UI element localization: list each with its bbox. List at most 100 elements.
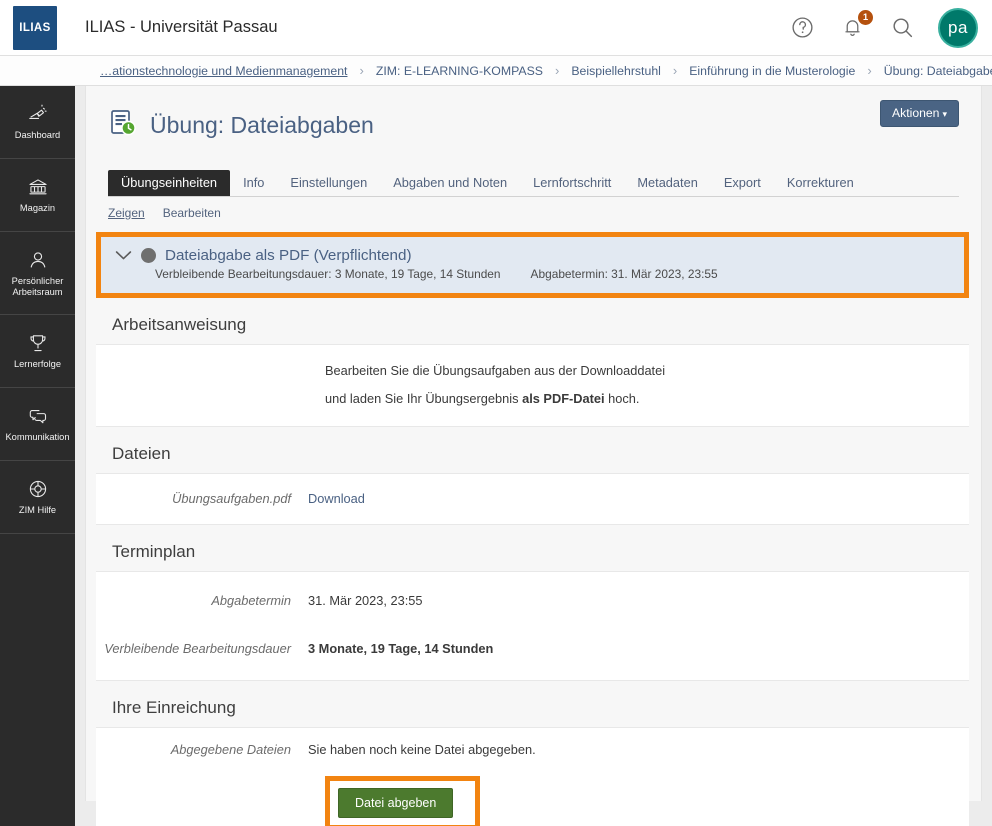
section-title-schedule: Terminplan — [112, 542, 196, 561]
chat-icon — [27, 405, 49, 427]
ilias-logo[interactable]: ILIAS — [13, 5, 57, 50]
user-icon — [27, 249, 49, 271]
submission-panel: Abgegebene Dateien Sie haben noch keine … — [96, 727, 969, 826]
subtab-bearbeiten[interactable]: Bearbeiten — [163, 206, 221, 220]
file-name: Übungsaufgaben.pdf — [172, 491, 291, 506]
schedule-label-deadline: Abgabetermin — [211, 593, 291, 608]
schedule-value-deadline: 31. Mär 2023, 23:55 — [308, 593, 423, 608]
content-card: Übung: Dateiabgaben Aktionen ▾ Übungseinh… — [85, 86, 982, 826]
sidebar-label: Lernerfolge — [13, 359, 62, 369]
dashboard-icon — [27, 103, 49, 125]
schedule-row: Verbleibende Bearbeitungsdauer 3 Monate,… — [96, 625, 969, 680]
breadcrumb-separator: › — [359, 63, 364, 78]
schedule-row: Abgabetermin 31. Mär 2023, 23:55 — [96, 572, 969, 625]
tab-abgaben-und-noten[interactable]: Abgaben und Noten — [380, 170, 520, 196]
breadcrumb-item-1[interactable]: ZIM: E-LEARNING-KOMPASS — [376, 64, 543, 78]
submit-file-button[interactable]: Datei abgeben — [338, 788, 454, 818]
section-instructions: Arbeitsanweisung Bearbeiten Sie die Übun… — [96, 298, 969, 427]
main-content: Übung: Dateiabgaben Aktionen ▾ Übungseinh… — [75, 86, 992, 826]
instructions-line-1: Bearbeiten Sie die Übungsaufgaben aus de… — [325, 363, 666, 378]
instructions-line-2-pre: und laden Sie Ihr Übungsergebnis — [325, 391, 523, 406]
breadcrumb-item-4[interactable]: Übung: Dateiabgaben — [884, 64, 992, 78]
sidebar-label: Magazin — [19, 203, 56, 213]
submission-label: Abgegebene Dateien — [170, 742, 291, 757]
subtab-zeigen[interactable]: Zeigen — [108, 206, 145, 220]
top-header-bar: ILIAS ILIAS - Universität Passau 1 pa — [0, 0, 992, 56]
tab-uebungseinheiten[interactable]: Übungseinheiten — [108, 170, 231, 196]
assignment-title-row: Dateiabgabe als PDF (Verpflichtend) — [115, 247, 950, 264]
breadcrumb-separator: › — [672, 63, 678, 78]
instructions-panel: Bearbeiten Sie die Übungsaufgaben aus de… — [96, 344, 969, 427]
sidebar-item-magazin[interactable]: Magazin — [0, 159, 75, 232]
sidebar-label: Kommunikation — [5, 432, 70, 442]
notifications-button[interactable]: 1 — [838, 9, 873, 42]
sidebar-label: Persönlicher Arbeitsraum — [11, 275, 64, 297]
exercise-clock-icon — [108, 108, 138, 143]
sidebar-label: Dashboard — [14, 130, 61, 140]
download-link[interactable]: Download — [308, 491, 365, 506]
tab-metadaten[interactable]: Metadaten — [624, 170, 710, 196]
sidebar-item-kommunikation[interactable]: Kommunikation — [0, 388, 75, 461]
instructions-text: Bearbeiten Sie die Übungsaufgaben aus de… — [96, 363, 969, 406]
main-sidebar: Dashboard Magazin Persönlicher Arbeitsra… — [0, 86, 75, 826]
tab-export[interactable]: Export — [711, 170, 774, 196]
submission-row: Abgegebene Dateien Sie haben noch keine … — [96, 728, 969, 772]
file-actions: Download — [308, 490, 365, 508]
bank-icon — [27, 176, 49, 198]
section-schedule: Terminplan Abgabetermin 31. Mär 2023, 23… — [96, 525, 969, 681]
tab-lernfortschritt[interactable]: Lernfortschritt — [520, 170, 624, 196]
main-tabs: Übungseinheiten Info Einstellungen Abgab… — [108, 169, 959, 197]
section-title-instructions: Arbeitsanweisung — [112, 315, 247, 334]
section-title-submission: Ihre Einreichung — [112, 698, 236, 717]
section-files: Dateien Übungsaufgaben.pdf Download — [96, 427, 969, 525]
logo-text: ILIAS — [19, 21, 51, 34]
header-actions: 1 pa — [788, 7, 978, 48]
file-row: Übungsaufgaben.pdf Download — [96, 474, 969, 524]
avatar-initials: pa — [948, 17, 968, 37]
files-panel: Übungsaufgaben.pdf Download — [96, 473, 969, 525]
breadcrumb-item-2[interactable]: Beispiellehrstuhl — [571, 64, 661, 78]
user-avatar[interactable]: pa — [938, 7, 978, 48]
page-header: Übung: Dateiabgaben Aktionen ▾ — [86, 86, 981, 143]
actions-button[interactable]: Aktionen ▾ — [880, 100, 959, 127]
schedule-label-remaining: Verbleibende Bearbeitungsdauer — [104, 641, 291, 656]
page-title: Übung: Dateiabgaben — [150, 112, 374, 138]
tab-info[interactable]: Info — [230, 170, 277, 196]
breadcrumb-separator: › — [555, 63, 560, 78]
breadcrumb: …ationstechnologie und Medienmanagement … — [0, 56, 992, 86]
assignment-remaining-time: Verbleibende Bearbeitungsdauer: 3 Monate… — [155, 267, 501, 281]
application-title: ILIAS - Universität Passau — [85, 18, 278, 36]
notification-count-badge: 1 — [858, 9, 873, 25]
instructions-line-2-post: hoch. — [604, 391, 640, 406]
trophy-icon — [27, 332, 49, 354]
sidebar-item-lernerfolge[interactable]: Lernerfolge — [0, 315, 75, 388]
search-icon — [890, 15, 915, 40]
search-button[interactable] — [888, 14, 916, 42]
schedule-value-remaining: 3 Monate, 19 Tage, 14 Stunden — [308, 641, 494, 656]
instructions-line-2-bold: als PDF-Datei — [522, 391, 605, 406]
section-title-files: Dateien — [112, 444, 171, 463]
assignment-header[interactable]: Dateiabgabe als PDF (Verpflichtend) Verb… — [101, 237, 964, 293]
assignment-deadline: Abgabetermin: 31. Mär 2023, 23:55 — [530, 267, 718, 281]
assignment-meta: Verbleibende Bearbeitungsdauer: 3 Monate… — [155, 267, 950, 281]
help-button[interactable] — [788, 14, 816, 42]
sidebar-label: ZIM Hilfe — [18, 505, 57, 515]
question-circle-icon — [790, 15, 815, 40]
instructions-line-2: und laden Sie Ihr Übungsergebnis als PDF… — [325, 391, 969, 406]
sidebar-item-zim-hilfe[interactable]: ZIM Hilfe — [0, 461, 75, 534]
chevron-down-icon: ▾ — [942, 109, 947, 119]
breadcrumb-item-3[interactable]: Einführung in die Musterologie — [689, 64, 855, 78]
schedule-panel: Abgabetermin 31. Mär 2023, 23:55 Verblei… — [96, 571, 969, 681]
tab-einstellungen[interactable]: Einstellungen — [277, 170, 380, 196]
actions-label: Aktionen — [892, 106, 940, 120]
sidebar-item-dashboard[interactable]: Dashboard — [0, 86, 75, 159]
chevron-down-icon[interactable] — [115, 250, 132, 261]
tab-korrekturen[interactable]: Korrekturen — [774, 170, 867, 196]
sidebar-item-personal-workspace[interactable]: Persönlicher Arbeitsraum — [0, 232, 75, 315]
breadcrumb-separator: › — [867, 63, 872, 78]
breadcrumb-item-0[interactable]: …ationstechnologie und Medienmanagement — [100, 64, 347, 78]
status-dot-icon — [141, 248, 156, 263]
assignment-highlight-box: Dateiabgabe als PDF (Verpflichtend) Verb… — [96, 232, 969, 298]
section-submission: Ihre Einreichung Abgegebene Dateien Sie … — [96, 681, 969, 826]
sub-tabs: Zeigen Bearbeiten — [108, 206, 959, 220]
